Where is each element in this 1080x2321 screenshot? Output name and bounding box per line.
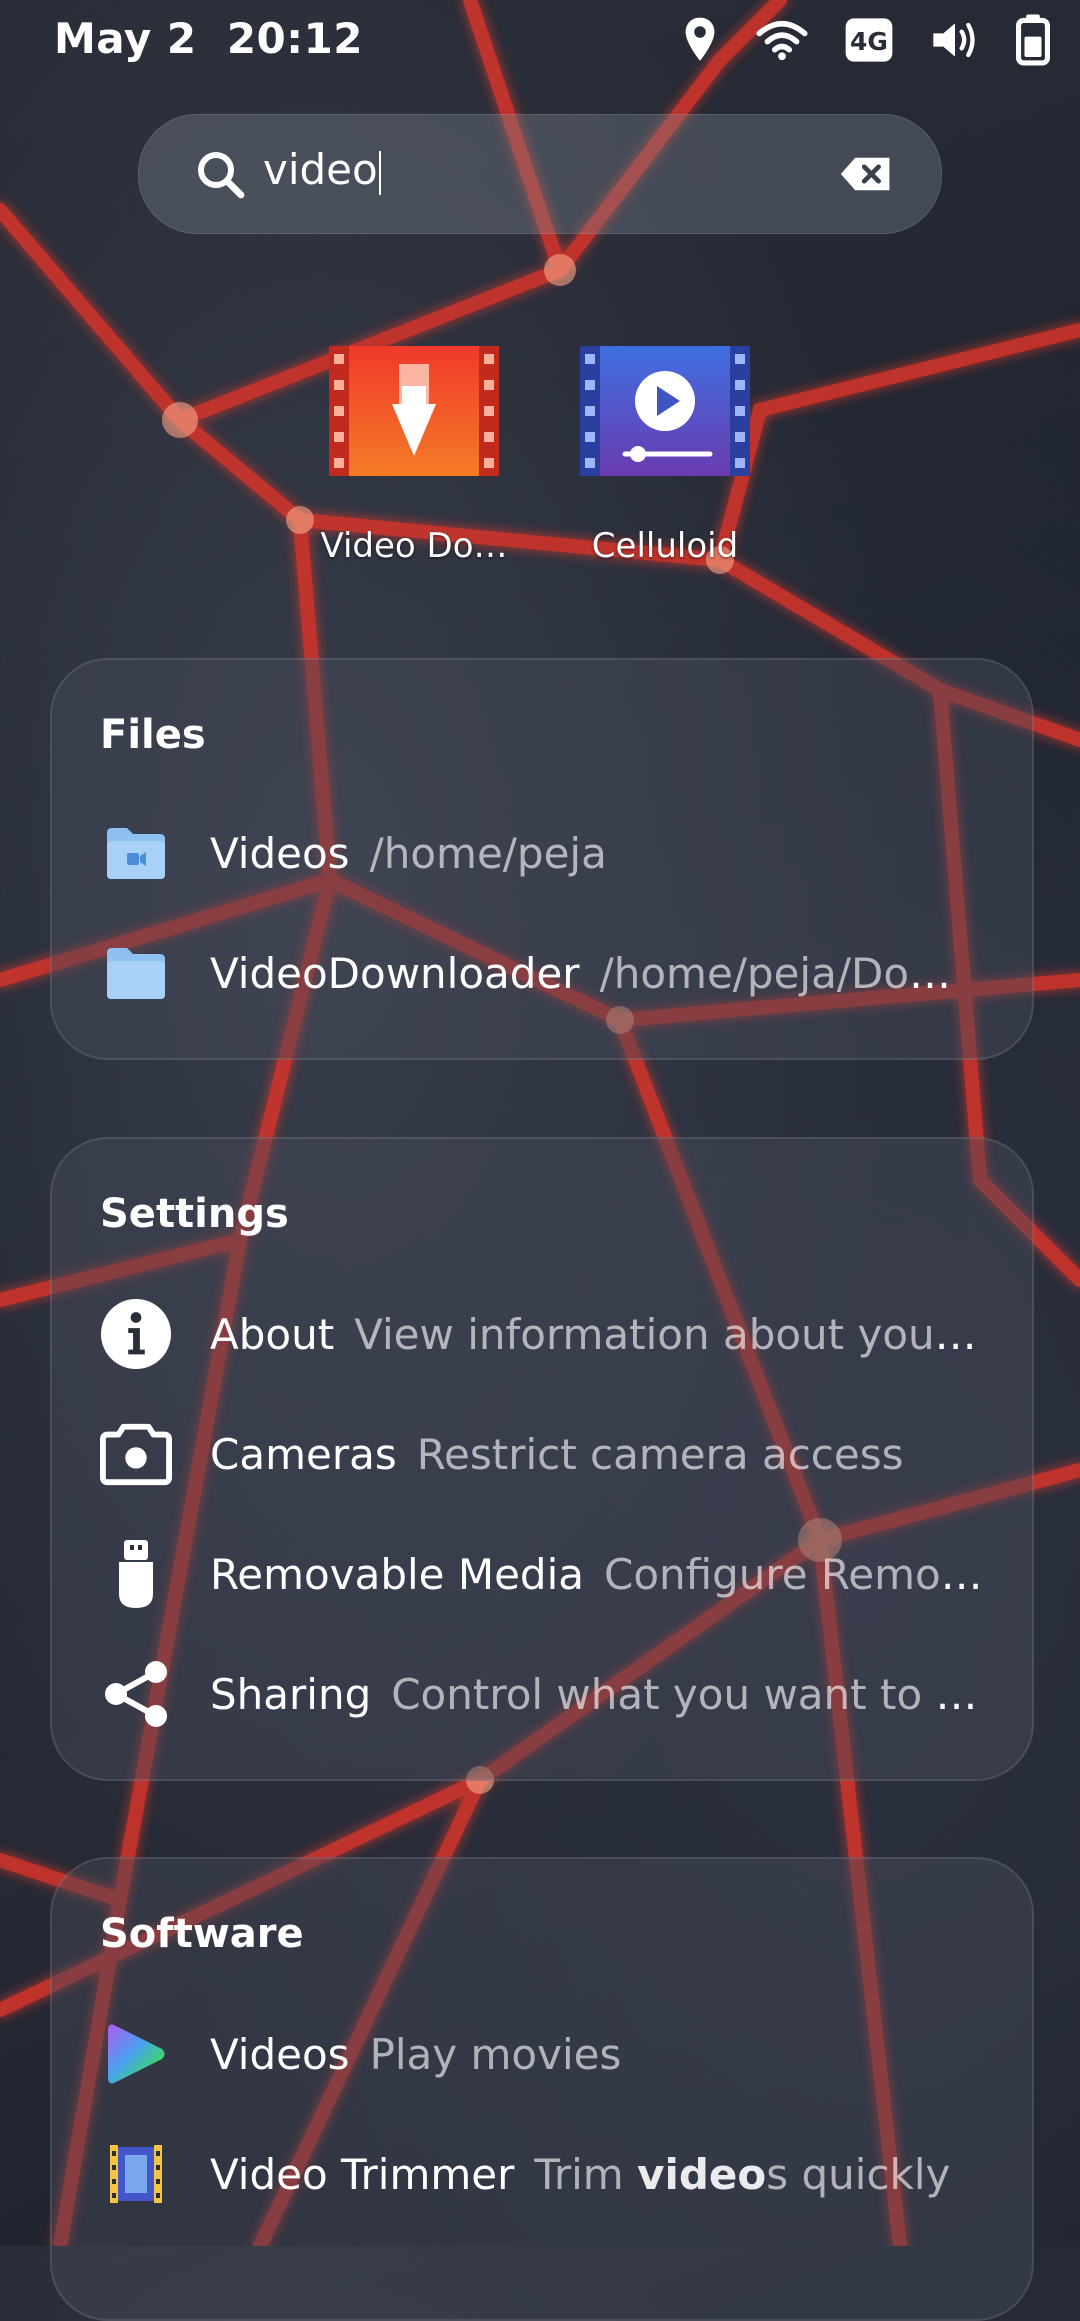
desc-highlight: video: [637, 2149, 767, 2199]
share-icon: [100, 1658, 172, 1730]
battery-icon: [1016, 14, 1050, 66]
settings-result-row[interactable]: Cameras Restrict camera access: [100, 1414, 984, 1494]
search-icon: [198, 152, 245, 199]
usb-drive-icon: [100, 1538, 172, 1610]
settings-result-text: Cameras Restrict camera access: [210, 1430, 904, 1479]
software-section: Software Videos Play movies Video Trimme…: [50, 1857, 1034, 2321]
info-icon: [100, 1298, 172, 1370]
result-desc: Control what you want to sh…: [391, 1669, 984, 1719]
settings-result-row[interactable]: Sharing Control what you want to sh…: [100, 1654, 984, 1734]
result-name: Sharing: [210, 1669, 372, 1719]
file-result-text: VideoDownloader/home/peja/Down…: [210, 949, 984, 998]
camera-icon: [100, 1418, 172, 1490]
text-caret: [378, 150, 381, 195]
file-result-row[interactable]: VideoDownloader/home/peja/Down…: [100, 933, 984, 1013]
network-4g-icon: 4G: [845, 18, 893, 62]
result-name: Video Trimmer: [210, 2149, 515, 2199]
folder-icon: [100, 937, 172, 1009]
result-desc: Configure Remova…: [604, 1549, 984, 1599]
settings-result-text: Sharing Control what you want to sh…: [210, 1670, 984, 1719]
result-name: Videos: [210, 828, 350, 878]
settings-section: Settings About View information about you…: [50, 1137, 1034, 1781]
search-bar[interactable]: video: [138, 114, 942, 234]
status-icons: 4G: [680, 14, 1050, 66]
software-result-row[interactable]: Video Trimmer Trim videos quickly: [100, 2134, 984, 2214]
status-bar: May 2 20:12 4G: [0, 0, 1080, 80]
volume-icon: [933, 22, 975, 58]
desc-suffix: s quickly: [766, 2149, 951, 2199]
app-result-video-downloader[interactable]: Video Do…: [294, 346, 534, 566]
result-desc: Trim videos quickly: [534, 2150, 950, 2199]
desc-prefix: Play movies: [369, 2029, 622, 2079]
wifi-icon: [756, 21, 808, 61]
file-result-text: Videos/home/peja: [210, 829, 607, 878]
section-title: Files: [100, 712, 206, 758]
status-time: 20:12: [226, 14, 364, 63]
file-result-row[interactable]: Videos/home/peja: [100, 813, 984, 893]
search-query: video: [263, 145, 378, 194]
settings-result-text: Removable Media Configure Remova…: [210, 1550, 984, 1599]
result-name: Videos: [210, 2029, 350, 2079]
videos-folder-icon: [100, 817, 172, 889]
result-desc: View information about your s…: [354, 1309, 984, 1359]
software-result-text: Videos Play movies: [210, 2030, 621, 2079]
desc-prefix: Trim: [534, 2149, 638, 2199]
backspace-clear-icon[interactable]: [839, 155, 893, 193]
software-result-text: Video Trimmer Trim videos quickly: [210, 2150, 950, 2199]
app-label: Celluloid: [591, 526, 739, 566]
result-name: VideoDownloader: [210, 948, 580, 998]
search-input[interactable]: video: [263, 145, 381, 195]
result-desc: Restrict camera access: [416, 1429, 904, 1479]
result-name: Removable Media: [210, 1549, 585, 1599]
status-datetime: May 2 20:12: [54, 14, 363, 63]
result-name: Cameras: [210, 1429, 397, 1479]
result-path: /home/peja/Down…: [599, 948, 984, 998]
result-desc: Play movies: [370, 2030, 622, 2079]
settings-result-row[interactable]: About View information about your s…: [100, 1294, 984, 1374]
files-section: Files Videos/home/peja VideoDownloader /…: [50, 658, 1034, 1060]
status-date: May 2: [54, 14, 197, 63]
app-result-celluloid[interactable]: Celluloid: [545, 346, 785, 566]
section-title: Software: [100, 1911, 304, 1957]
result-name: About: [210, 1309, 335, 1359]
software-result-row[interactable]: Videos Play movies: [100, 2014, 984, 2094]
location-icon: [685, 17, 715, 61]
app-label: Video Do…: [320, 526, 508, 566]
video-downloader-icon: [329, 346, 499, 476]
video-trimmer-icon: [100, 2138, 172, 2210]
section-title: Settings: [100, 1191, 289, 1237]
celluloid-icon: [580, 346, 750, 476]
result-path: /home/peja: [369, 828, 607, 878]
settings-result-row[interactable]: Removable Media Configure Remova…: [100, 1534, 984, 1614]
settings-result-text: About View information about your s…: [210, 1310, 984, 1359]
svg-text:4G: 4G: [850, 27, 888, 56]
videos-app-icon: [100, 2018, 172, 2090]
